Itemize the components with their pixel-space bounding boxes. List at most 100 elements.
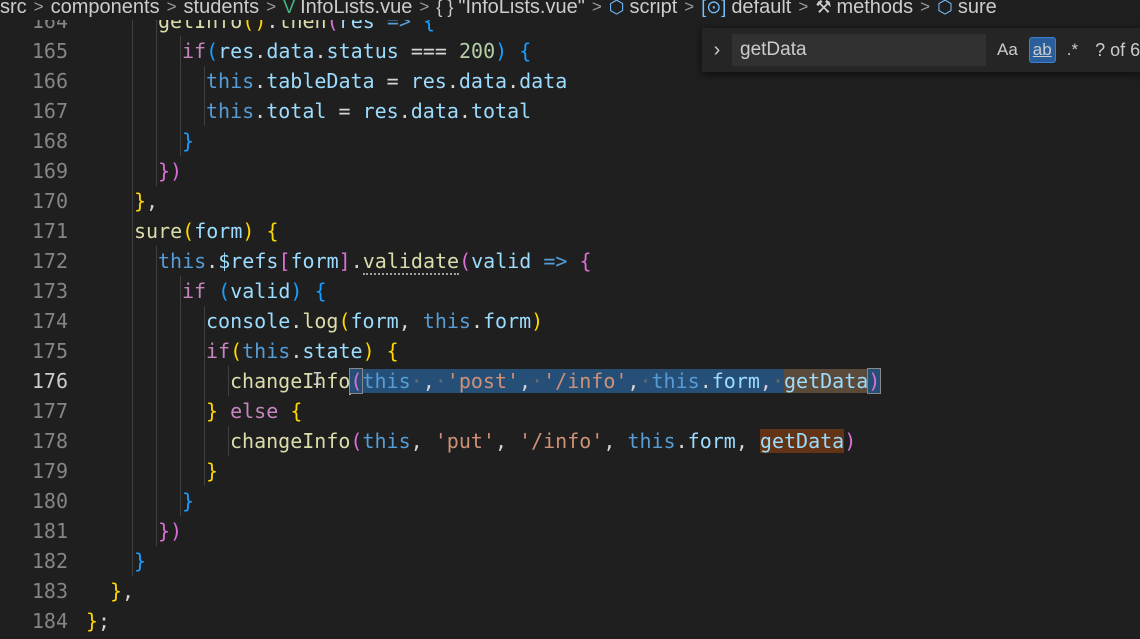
indent-guide: [228, 366, 229, 396]
code-line[interactable]: 173 if (valid) {: [0, 276, 1140, 306]
code-text: sure(form) {: [134, 219, 279, 243]
code-line[interactable]: 175 if(this.state) {: [0, 336, 1140, 366]
indent-guide: [132, 486, 133, 516]
line-number[interactable]: 181: [0, 516, 68, 546]
breadcrumb-item[interactable]: students: [184, 0, 260, 19]
indent-guide: [204, 366, 205, 396]
line-number[interactable]: 170: [0, 186, 68, 216]
code-text: if(this.state) {: [206, 339, 399, 363]
match-whole-word-toggle[interactable]: ab: [1028, 37, 1056, 63]
indent-guide: [132, 516, 133, 546]
indent-guide: [180, 396, 181, 426]
code-text: if (valid) {: [182, 279, 327, 303]
indent-guide: [180, 96, 181, 126]
code-text: }: [182, 489, 195, 513]
line-number[interactable]: 171: [0, 216, 68, 246]
indent-guide: [180, 426, 181, 456]
breadcrumb-label: students: [183, 0, 260, 18]
find-widget: › Aa ab .* ? of 6: [702, 28, 1140, 72]
line-number[interactable]: 180: [0, 486, 68, 516]
line-number[interactable]: 166: [0, 66, 68, 96]
code-text: changeInfo(this, 'put', '/info', this.fo…: [230, 429, 857, 453]
find-input[interactable]: [732, 34, 986, 66]
breadcrumb-item[interactable]: ⬡ sure: [937, 0, 997, 19]
indent-guide: [204, 396, 205, 426]
breadcrumb-label: methods: [836, 0, 914, 18]
line-number[interactable]: 177: [0, 396, 68, 426]
code-line[interactable]: 169}): [0, 156, 1140, 186]
code-line[interactable]: 178 changeInfo(this, 'put', '/info', this…: [0, 426, 1140, 456]
line-number[interactable]: 175: [0, 336, 68, 366]
line-number[interactable]: 172: [0, 246, 68, 276]
line-number[interactable]: 174: [0, 306, 68, 336]
line-number[interactable]: 178: [0, 426, 68, 456]
breadcrumb-item[interactable]: ⬡ script: [609, 0, 678, 19]
code-line[interactable]: 168}: [0, 126, 1140, 156]
line-number[interactable]: 167: [0, 96, 68, 126]
indent-guide: [132, 306, 133, 336]
indent-guide: [156, 366, 157, 396]
code-line[interactable]: 172 this.$refs[form].validate(valid => {: [0, 246, 1140, 276]
wrench-icon: ⚒: [815, 0, 832, 17]
indent-guide: [132, 336, 133, 366]
cube-icon: ⬡: [937, 0, 953, 17]
braces-icon: { }: [436, 0, 454, 17]
line-number[interactable]: 165: [0, 36, 68, 66]
code-line[interactable]: 181}): [0, 516, 1140, 546]
line-number[interactable]: 183: [0, 576, 68, 606]
toggle-replace-chevron-icon[interactable]: ›: [702, 39, 732, 62]
breadcrumb-item[interactable]: { } "InfoLists.vue": [436, 0, 585, 19]
code-text: getInfo().then(res => {: [158, 20, 436, 33]
line-number[interactable]: 182: [0, 546, 68, 576]
text-cursor-icon: I: [312, 369, 323, 390]
code-line[interactable]: 184};: [0, 606, 1140, 636]
code-line[interactable]: 170},: [0, 186, 1140, 216]
breadcrumb-item[interactable]: src: [0, 0, 27, 19]
indent-guide: [132, 246, 133, 276]
code-text: };: [86, 609, 111, 633]
code-editor[interactable]: 164 getInfo().then(res => {165 if(res.data…: [0, 20, 1140, 639]
breadcrumb-item[interactable]: components: [51, 0, 160, 19]
code-line[interactable]: 183},: [0, 576, 1140, 606]
line-number[interactable]: 176: [0, 366, 68, 396]
code-line[interactable]: 167 this.total = res.data.total: [0, 96, 1140, 126]
indent-guide: [132, 396, 133, 426]
code-line[interactable]: 179}: [0, 456, 1140, 486]
code-line[interactable]: 174 console.log(form, this.form): [0, 306, 1140, 336]
code-text: }): [158, 159, 183, 183]
code-line[interactable]: 182}: [0, 546, 1140, 576]
breadcrumb-label: components: [50, 0, 160, 18]
line-number[interactable]: 179: [0, 456, 68, 486]
indent-guide: [204, 96, 205, 126]
line-number[interactable]: 168: [0, 126, 68, 156]
indent-guide: [204, 426, 205, 456]
use-regex-toggle[interactable]: .*: [1064, 38, 1081, 62]
indent-guide: [156, 426, 157, 456]
match-count: ? of 6: [1095, 39, 1140, 60]
indent-guide: [156, 156, 157, 186]
code-line[interactable]: 177 } else {: [0, 396, 1140, 426]
indent-guide: [132, 426, 133, 456]
indent-guide: [132, 216, 133, 246]
breadcrumb-label: default: [731, 0, 792, 18]
match-case-toggle[interactable]: Aa: [994, 38, 1021, 62]
breadcrumb-item[interactable]: V InfoLists.vue: [283, 0, 412, 19]
cube-icon: ⬡: [608, 0, 625, 17]
breadcrumb-label: script: [629, 0, 678, 18]
indent-guide: [180, 66, 181, 96]
indent-guide: [180, 36, 181, 66]
code-line[interactable]: 171 sure(form) {: [0, 216, 1140, 246]
code-line[interactable]: 180}: [0, 486, 1140, 516]
line-number[interactable]: 184: [0, 606, 68, 636]
breadcrumb-item[interactable]: [⊙] default: [701, 0, 791, 19]
chevron-right-icon: >: [591, 0, 602, 16]
breadcrumb-item[interactable]: ⚒ methods: [815, 0, 913, 19]
indent-guide: [132, 126, 133, 156]
code-line[interactable]: 176 changeInfo(this·,·'post',·'/info',·th…: [0, 366, 1140, 396]
line-number[interactable]: 169: [0, 156, 68, 186]
code-text: } else {: [206, 399, 303, 423]
code-text: console.log(form, this.form): [206, 309, 544, 333]
line-number[interactable]: 173: [0, 276, 68, 306]
line-number[interactable]: 164: [0, 20, 68, 36]
chevron-right-icon: >: [266, 0, 277, 16]
